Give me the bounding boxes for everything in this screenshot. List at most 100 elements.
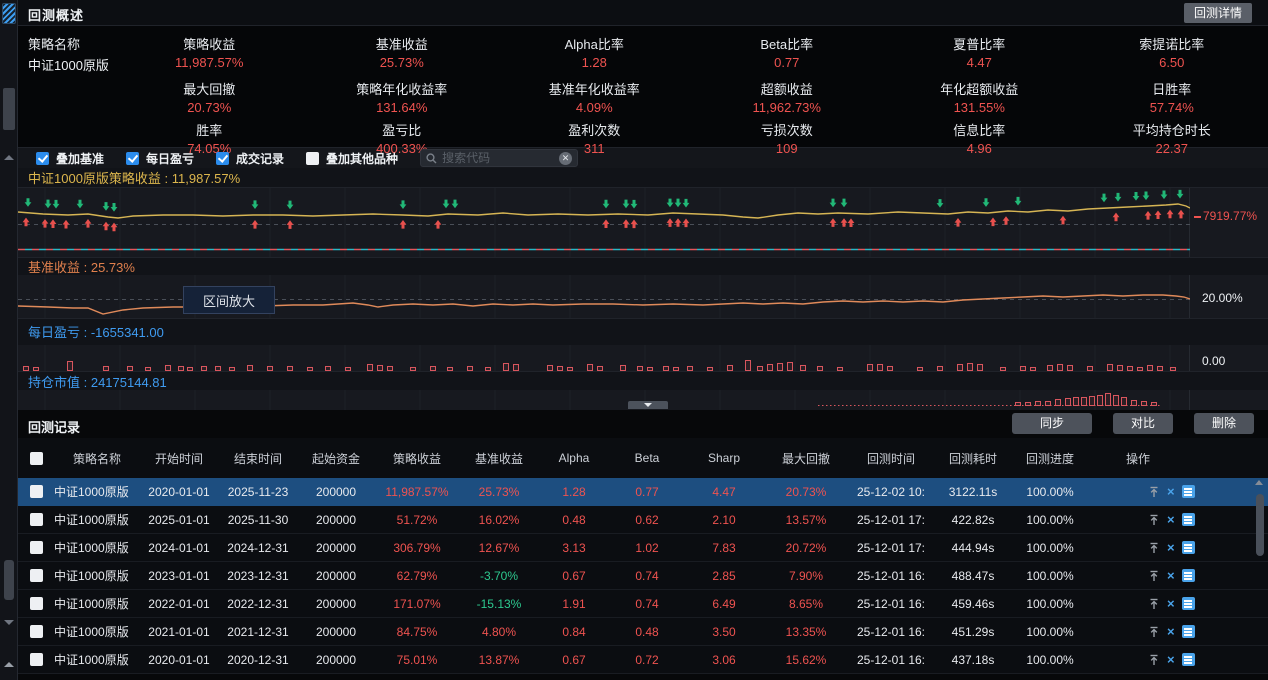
stat-value: 109: [691, 141, 884, 156]
checkbox-checked[interactable]: [216, 152, 229, 165]
app-logo-icon[interactable]: [2, 3, 16, 24]
cell: 171.07%: [374, 597, 460, 611]
rail-handle[interactable]: [3, 88, 15, 130]
cell: 4.47: [684, 485, 764, 499]
cell: 2024-01-01: [140, 541, 218, 555]
cell: 11,987.57%: [374, 485, 460, 499]
pin-top-icon[interactable]: [1148, 542, 1160, 554]
overlay-checkbox-item[interactable]: 每日盈亏: [126, 150, 194, 167]
pin-top-icon[interactable]: [1148, 486, 1160, 498]
stats-row: 最大回撤20.73%策略年化收益率131.64%基准年化收益率4.09%超额收益…: [18, 79, 1268, 115]
table-row[interactable]: 中证1000原版2025-01-012025-11-3020000051.72%…: [18, 506, 1268, 534]
pin-top-icon[interactable]: [1148, 626, 1160, 638]
position-value-chart-title: 持仓市值 : 24175144.81: [18, 371, 1268, 390]
strategy-axis-value: 7919.77%: [1194, 209, 1257, 223]
table-row[interactable]: 中证1000原版2024-01-012024-12-31200000306.79…: [18, 534, 1268, 562]
row-select-cell[interactable]: [18, 541, 54, 554]
row-checkbox[interactable]: [30, 597, 43, 610]
table-row[interactable]: 中证1000原版2021-01-012021-12-3120000084.75%…: [18, 618, 1268, 646]
rail-scroll-thumb[interactable]: [4, 560, 14, 600]
log-icon[interactable]: [1182, 541, 1195, 554]
records-scrollbar[interactable]: [1255, 480, 1264, 674]
range-zoom-button[interactable]: 区间放大: [183, 286, 275, 314]
table-row[interactable]: 中证1000原版2020-01-012025-11-2320000011,987…: [18, 478, 1268, 506]
cell: 中证1000原版: [54, 567, 140, 584]
collapse-panel-handle[interactable]: [628, 401, 668, 409]
row-select-cell[interactable]: [18, 653, 54, 666]
position-value-chart[interactable]: [18, 390, 1268, 410]
delete-record-icon[interactable]: ×: [1167, 597, 1175, 610]
overlay-checkbox-item[interactable]: 叠加其他品种: [306, 150, 398, 167]
row-checkbox[interactable]: [30, 653, 43, 666]
column-header: 开始时间: [140, 450, 218, 467]
delete-record-icon[interactable]: ×: [1167, 513, 1175, 526]
clear-search-icon[interactable]: ✕: [559, 152, 572, 165]
cell: 中证1000原版: [54, 483, 140, 500]
row-checkbox[interactable]: [30, 485, 43, 498]
row-select-cell[interactable]: [18, 569, 54, 582]
delete-record-icon[interactable]: ×: [1167, 541, 1175, 554]
stat-item: 最大回撤20.73%: [113, 79, 306, 115]
strategy-return-chart[interactable]: 7919.77%: [18, 187, 1268, 257]
overlay-checkbox-item[interactable]: 叠加基准: [36, 150, 104, 167]
row-select-cell[interactable]: [18, 625, 54, 638]
backtest-detail-button[interactable]: 回测详情: [1184, 3, 1252, 23]
cell: 2025-01-01: [140, 513, 218, 527]
cell: 0.72: [610, 653, 684, 667]
checkbox-checked[interactable]: [126, 152, 139, 165]
checkbox-unchecked[interactable]: [306, 152, 319, 165]
row-select-cell[interactable]: [18, 513, 54, 526]
log-icon[interactable]: [1182, 625, 1195, 638]
compare-button[interactable]: 对比: [1113, 413, 1173, 434]
scroll-up-icon[interactable]: [4, 155, 14, 160]
log-icon[interactable]: [1182, 485, 1195, 498]
cell: 25-12-02 10:: [848, 485, 934, 499]
benchmark-return-chart[interactable]: 区间放大 20.00%: [18, 275, 1268, 318]
scroll-down-icon[interactable]: [4, 620, 14, 625]
search-input[interactable]: [442, 151, 554, 165]
daily-pnl-chart[interactable]: 0.00: [18, 345, 1268, 371]
cell: 0.74: [610, 597, 684, 611]
expand-up-icon[interactable]: [4, 662, 14, 667]
scrollbar-thumb[interactable]: [1256, 494, 1264, 556]
row-select-cell[interactable]: [18, 597, 54, 610]
table-row[interactable]: 中证1000原版2022-01-012022-12-31200000171.07…: [18, 590, 1268, 618]
cell: 12.67%: [460, 541, 538, 555]
cell: 100.00%: [1012, 653, 1088, 667]
cell: 100.00%: [1012, 597, 1088, 611]
cell: 2021-01-01: [140, 625, 218, 639]
sync-button[interactable]: 同步: [1012, 413, 1092, 434]
pin-top-icon[interactable]: [1148, 514, 1160, 526]
pin-top-icon[interactable]: [1148, 570, 1160, 582]
select-all-checkbox[interactable]: [30, 452, 43, 465]
log-icon[interactable]: [1182, 653, 1195, 666]
table-row[interactable]: 中证1000原版2023-01-012023-12-3120000062.79%…: [18, 562, 1268, 590]
row-checkbox[interactable]: [30, 541, 43, 554]
overlay-checkbox-item[interactable]: 成交记录: [216, 150, 284, 167]
pin-top-icon[interactable]: [1148, 598, 1160, 610]
select-all-cell[interactable]: [18, 452, 54, 465]
row-checkbox[interactable]: [30, 625, 43, 638]
cell: 0.67: [538, 569, 610, 583]
row-checkbox[interactable]: [30, 513, 43, 526]
scrollbar-up-icon[interactable]: [1255, 480, 1263, 485]
stat-value: 22.37: [1076, 141, 1268, 156]
cell: 中证1000原版: [54, 539, 140, 556]
row-checkbox[interactable]: [30, 569, 43, 582]
checkbox-checked[interactable]: [36, 152, 49, 165]
log-icon[interactable]: [1182, 513, 1195, 526]
delete-record-icon[interactable]: ×: [1167, 485, 1175, 498]
cell: 51.72%: [374, 513, 460, 527]
log-icon[interactable]: [1182, 597, 1195, 610]
delete-button[interactable]: 删除: [1194, 413, 1254, 434]
stat-label: 平均持仓时长: [1076, 120, 1268, 139]
log-icon[interactable]: [1182, 569, 1195, 582]
delete-record-icon[interactable]: ×: [1167, 625, 1175, 638]
delete-record-icon[interactable]: ×: [1167, 569, 1175, 582]
delete-record-icon[interactable]: ×: [1167, 653, 1175, 666]
cell: 25-12-01 16:: [848, 625, 934, 639]
pin-top-icon[interactable]: [1148, 654, 1160, 666]
row-select-cell[interactable]: [18, 485, 54, 498]
table-row[interactable]: 中证1000原版2020-01-012020-12-3120000075.01%…: [18, 646, 1268, 674]
symbol-search-box[interactable]: ✕: [420, 149, 578, 167]
